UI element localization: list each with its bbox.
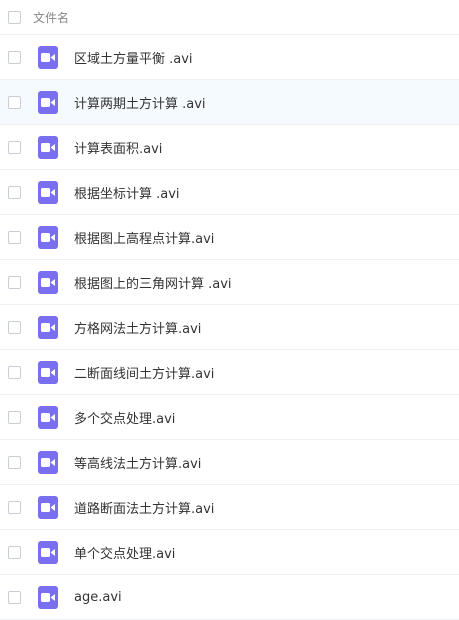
row-checkbox[interactable] <box>8 95 21 109</box>
video-file-icon <box>38 225 58 249</box>
file-row[interactable]: 计算表面积.avi <box>0 125 459 170</box>
file-row[interactable]: 二断面线间土方计算.avi <box>0 350 459 395</box>
row-checkbox[interactable] <box>8 140 21 154</box>
row-checkbox[interactable] <box>8 410 21 424</box>
video-file-icon <box>38 45 58 69</box>
row-checkbox[interactable] <box>8 500 21 514</box>
file-list: 文件名 区域土方量平衡 .avi 计算两期土方计算 .avi 计算表面积.avi… <box>0 0 459 620</box>
file-name[interactable]: 等高线法土方计算.avi <box>74 453 201 472</box>
row-checkbox[interactable] <box>8 320 21 334</box>
row-checkbox[interactable] <box>8 455 21 469</box>
row-checkbox[interactable] <box>8 230 21 244</box>
file-list-header: 文件名 <box>0 0 459 35</box>
row-checkbox[interactable] <box>8 50 21 64</box>
row-checkbox[interactable] <box>8 275 21 289</box>
file-name[interactable]: 根据图上高程点计算.avi <box>74 228 214 247</box>
file-row[interactable]: 单个交点处理.avi <box>0 530 459 575</box>
file-name[interactable]: 二断面线间土方计算.avi <box>74 363 214 382</box>
row-checkbox[interactable] <box>8 185 21 199</box>
file-row[interactable]: 道路断面法土方计算.avi <box>0 485 459 530</box>
file-name[interactable]: 计算表面积.avi <box>74 138 162 157</box>
file-row[interactable]: 根据坐标计算 .avi <box>0 170 459 215</box>
video-file-icon <box>38 540 58 564</box>
file-name[interactable]: 道路断面法土方计算.avi <box>74 498 214 517</box>
video-file-icon <box>38 495 58 519</box>
file-name[interactable]: 计算两期土方计算 .avi <box>74 93 206 112</box>
video-file-icon <box>38 90 58 114</box>
row-checkbox[interactable] <box>8 365 21 379</box>
select-all-checkbox[interactable] <box>8 10 21 24</box>
file-row[interactable]: age.avi <box>0 575 459 620</box>
file-row[interactable]: 多个交点处理.avi <box>0 395 459 440</box>
file-name[interactable]: 区域土方量平衡 .avi <box>74 48 193 67</box>
file-row[interactable]: 根据图上高程点计算.avi <box>0 215 459 260</box>
file-row[interactable]: 方格网法土方计算.avi <box>0 305 459 350</box>
video-file-icon <box>38 270 58 294</box>
video-file-icon <box>38 405 58 429</box>
file-row[interactable]: 等高线法土方计算.avi <box>0 440 459 485</box>
file-name[interactable]: 多个交点处理.avi <box>74 408 175 427</box>
file-name[interactable]: 方格网法土方计算.avi <box>74 318 201 337</box>
video-file-icon <box>38 180 58 204</box>
file-name[interactable]: 根据图上的三角网计算 .avi <box>74 273 232 292</box>
file-name[interactable]: age.avi <box>74 590 122 605</box>
file-row[interactable]: 计算两期土方计算 .avi <box>0 80 459 125</box>
row-checkbox[interactable] <box>8 545 21 559</box>
video-file-icon <box>38 585 58 609</box>
video-file-icon <box>38 315 58 339</box>
column-header-filename[interactable]: 文件名 <box>33 9 69 26</box>
file-name[interactable]: 单个交点处理.avi <box>74 543 175 562</box>
video-file-icon <box>38 135 58 159</box>
row-checkbox[interactable] <box>8 590 21 604</box>
file-name[interactable]: 根据坐标计算 .avi <box>74 183 180 202</box>
video-file-icon <box>38 450 58 474</box>
video-file-icon <box>38 360 58 384</box>
file-row[interactable]: 区域土方量平衡 .avi <box>0 35 459 80</box>
file-row[interactable]: 根据图上的三角网计算 .avi <box>0 260 459 305</box>
